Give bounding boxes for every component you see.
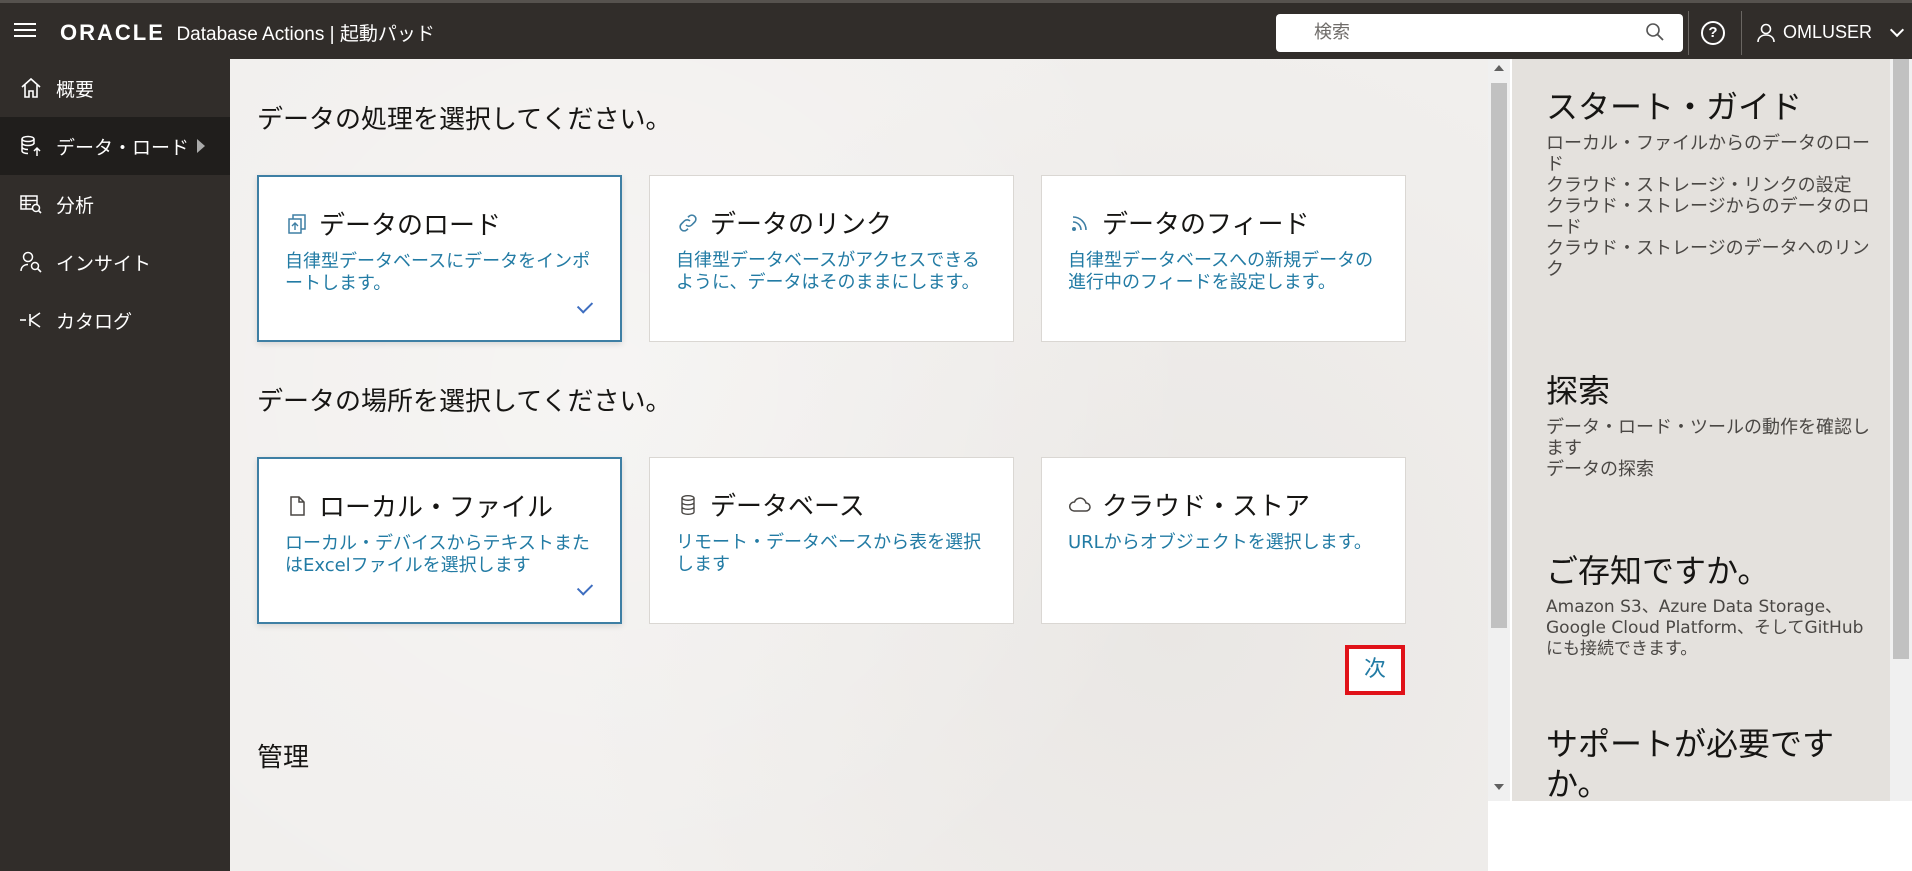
did-you-know-section: ご存知ですか。 Amazon S3、Azure Data Storage、Goo… [1546, 551, 1876, 660]
sidebar-item-catalog[interactable]: カタログ [0, 291, 230, 349]
checkmark-icon [576, 579, 594, 596]
card-description: 自律型データベースがアクセスできるように、データはそのままにします。 [676, 250, 980, 293]
card-title: データのフィード [1068, 204, 1309, 241]
card-feed-data[interactable]: データのフィード 自律型データベースへの新規データの進行中のフィードを設定します… [1041, 175, 1406, 342]
did-you-know-text: Amazon S3、Azure Data Storage、Google Clou… [1546, 597, 1864, 659]
explore-title: 探索 [1546, 372, 1611, 410]
card-description: ローカル・デバイスからテキストまたはExcelファイルを選択します [285, 533, 590, 576]
load-icon [285, 212, 309, 236]
guide-link[interactable]: クラウド・ストレージ・リンクの設定 [1546, 175, 1876, 196]
getting-started-title: スタート・ガイド [1546, 88, 1803, 126]
card-title-text: ローカル・ファイル [319, 493, 554, 523]
location-heading: データの場所を選択してください。 [257, 387, 672, 417]
card-description: 自律型データベースにデータをインポートします。 [285, 251, 591, 294]
guide-link[interactable]: ローカル・ファイルからのデータのロード [1546, 133, 1876, 175]
card-title: データのリンク [676, 204, 892, 241]
sidebar-item-label: インサイト [56, 252, 152, 275]
checkmark-icon [576, 297, 594, 314]
scroll-up-icon[interactable] [1494, 65, 1504, 71]
user-icon [1757, 23, 1775, 42]
hamburger-menu-icon[interactable] [14, 23, 36, 39]
card-title: データベース [676, 486, 865, 523]
card-title: ローカル・ファイル [285, 487, 553, 524]
explore-link[interactable]: データ・ロード・ツールの動作を確認します [1546, 417, 1876, 459]
card-cloud-store[interactable]: クラウド・ストア URLからオブジェクトを選択します。 [1041, 457, 1406, 624]
guide-link[interactable]: クラウド・ストレージからのデータのロード [1546, 196, 1876, 238]
insight-icon [18, 249, 44, 275]
explore-section: 探索 データ・ロード・ツールの動作を確認します データの探索 [1546, 371, 1876, 480]
card-database[interactable]: データベース リモート・データベースから表を選択します [649, 457, 1014, 624]
main-scrollbar[interactable] [1488, 59, 1510, 801]
feed-icon [1068, 211, 1092, 235]
card-title-text: データのリンク [710, 210, 893, 240]
scrollbar-thumb[interactable] [1491, 83, 1507, 628]
sidebar-item-insight[interactable]: インサイト [0, 233, 230, 291]
sidebar-item-label: 分析 [56, 194, 95, 217]
scroll-down-icon[interactable] [1494, 784, 1504, 790]
card-title: データのロード [285, 205, 501, 242]
analysis-icon [18, 191, 44, 217]
right-help-panel: スタート・ガイド ローカル・ファイルからのデータのロード クラウド・ストレージ・… [1512, 59, 1890, 801]
help-icon[interactable]: ? [1701, 21, 1725, 45]
sidebar-item-label: カタログ [56, 310, 133, 333]
link-icon [676, 211, 700, 235]
database-upload-icon [18, 133, 44, 159]
next-button[interactable]: 次 [1345, 645, 1405, 695]
need-help-section: サポートが必要ですか。 [1546, 724, 1876, 801]
file-icon [285, 494, 309, 518]
user-menu[interactable]: OMLUSER [1757, 22, 1905, 43]
top-header: ORACLE Database Actions | 起動パッド ? OMLUSE… [0, 0, 1912, 59]
card-link-data[interactable]: データのリンク 自律型データベースがアクセスできるように、データはそのままにしま… [649, 175, 1014, 342]
header-divider [1741, 11, 1742, 55]
card-description: リモート・データベースから表を選択します [676, 532, 982, 575]
sidebar-item-overview[interactable]: 概要 [0, 59, 230, 117]
home-icon [18, 75, 44, 101]
card-title: クラウド・ストア [1068, 486, 1310, 523]
caret-right-icon [197, 139, 206, 153]
card-title-text: データのロード [319, 211, 502, 241]
catalog-icon [18, 307, 44, 333]
card-description: 自律型データベースへの新規データの進行中のフィードを設定します。 [1068, 250, 1374, 293]
header-divider [1688, 11, 1689, 55]
user-name: OMLUSER [1783, 22, 1873, 42]
admin-heading: 管理 [257, 743, 310, 773]
brand: ORACLE Database Actions | 起動パッド [60, 19, 435, 46]
sidebar-item-analysis[interactable]: 分析 [0, 175, 230, 233]
sidebar: 概要 データ・ロード 分析 インサイト カタログ « [0, 59, 230, 871]
chevron-down-icon [1889, 22, 1905, 37]
explore-link[interactable]: データの探索 [1546, 459, 1876, 480]
sidebar-item-label: 概要 [56, 78, 95, 101]
did-you-know-title: ご存知ですか。 [1546, 552, 1770, 590]
guide-link[interactable]: クラウド・ストレージのデータへのリンク [1546, 238, 1876, 280]
bottom-strip [1512, 801, 1912, 871]
database-icon [676, 493, 700, 517]
sidebar-item-label: データ・ロード [56, 136, 190, 159]
app-title: Database Actions | 起動パッド [176, 24, 435, 45]
card-description: URLからオブジェクトを選択します。 [1068, 532, 1372, 553]
search-icon[interactable] [1645, 22, 1665, 42]
search-input[interactable] [1314, 14, 1654, 50]
cloud-icon [1068, 493, 1092, 517]
card-load-data[interactable]: データのロード 自律型データベースにデータをインポートします。 [257, 175, 622, 342]
getting-started-section: スタート・ガイド ローカル・ファイルからのデータのロード クラウド・ストレージ・… [1546, 87, 1876, 280]
search-box [1276, 14, 1683, 52]
card-title-text: データベース [710, 492, 865, 522]
need-help-title: サポートが必要ですか。 [1546, 725, 1835, 801]
card-title-text: クラウド・ストア [1102, 492, 1311, 522]
oracle-logo: ORACLE [60, 20, 165, 45]
sidebar-item-data-load[interactable]: データ・ロード [0, 117, 230, 175]
panel-scrollbar[interactable] [1890, 59, 1912, 801]
card-local-file[interactable]: ローカル・ファイル ローカル・デバイスからテキストまたはExcelファイルを選択… [257, 457, 622, 624]
process-heading: データの処理を選択してください。 [257, 105, 672, 135]
scrollbar-thumb[interactable] [1893, 59, 1909, 659]
main-content: データの処理を選択してください。 データのロード 自律型データベースにデータをイ… [230, 59, 1488, 871]
card-title-text: データのフィード [1102, 210, 1310, 240]
